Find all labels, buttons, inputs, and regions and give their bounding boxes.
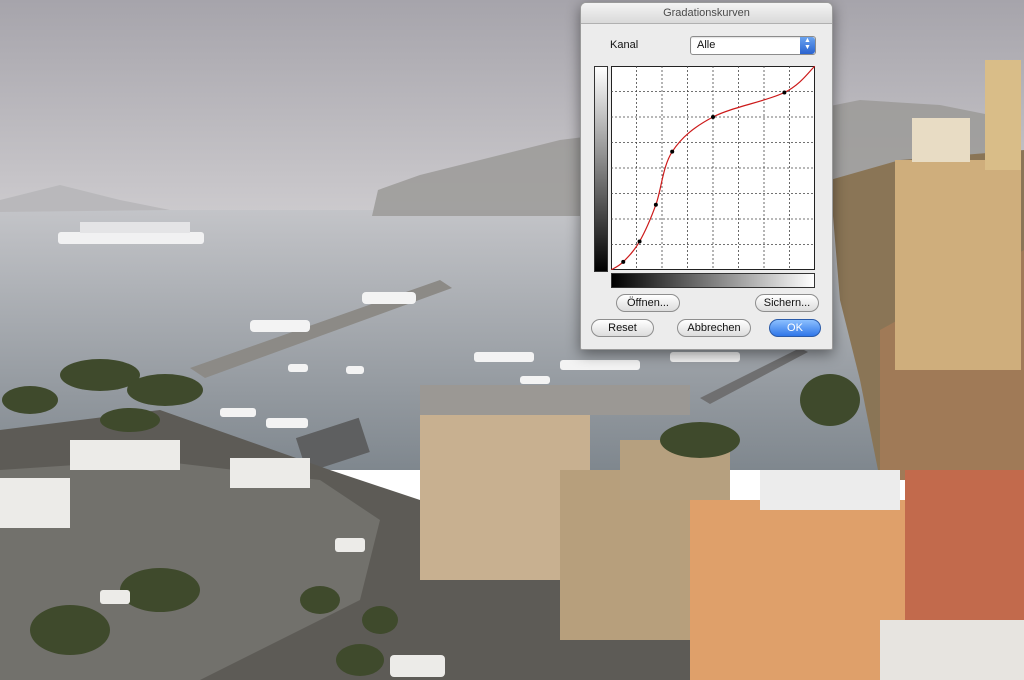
input-gradient-bar: [611, 273, 815, 288]
save-button[interactable]: Sichern...: [755, 294, 819, 312]
curve-graph[interactable]: [611, 66, 815, 270]
output-gradient-bar: [594, 66, 608, 272]
curve-control-point[interactable]: [670, 149, 675, 154]
channel-value: Alle: [697, 39, 716, 51]
channel-label: Kanal: [610, 39, 639, 51]
select-arrows-icon: ▲ ▼: [800, 37, 815, 54]
background-photo: [0, 0, 1024, 680]
cancel-button[interactable]: Abbrechen: [677, 319, 751, 337]
reset-button[interactable]: Reset: [591, 319, 654, 337]
dialog-title: Gradationskurven: [581, 3, 832, 24]
curves-dialog: Gradationskurven Kanal Alle ▲ ▼ Öffnen...…: [580, 2, 833, 350]
curve-control-point[interactable]: [711, 115, 715, 119]
open-button[interactable]: Öffnen...: [616, 294, 680, 312]
ok-button[interactable]: OK: [769, 319, 821, 337]
curve-control-point[interactable]: [637, 239, 642, 244]
curve-control-point[interactable]: [621, 259, 626, 264]
channel-select[interactable]: Alle ▲ ▼: [690, 36, 816, 55]
curve-control-point[interactable]: [653, 202, 658, 207]
curve-control-point[interactable]: [782, 90, 787, 95]
